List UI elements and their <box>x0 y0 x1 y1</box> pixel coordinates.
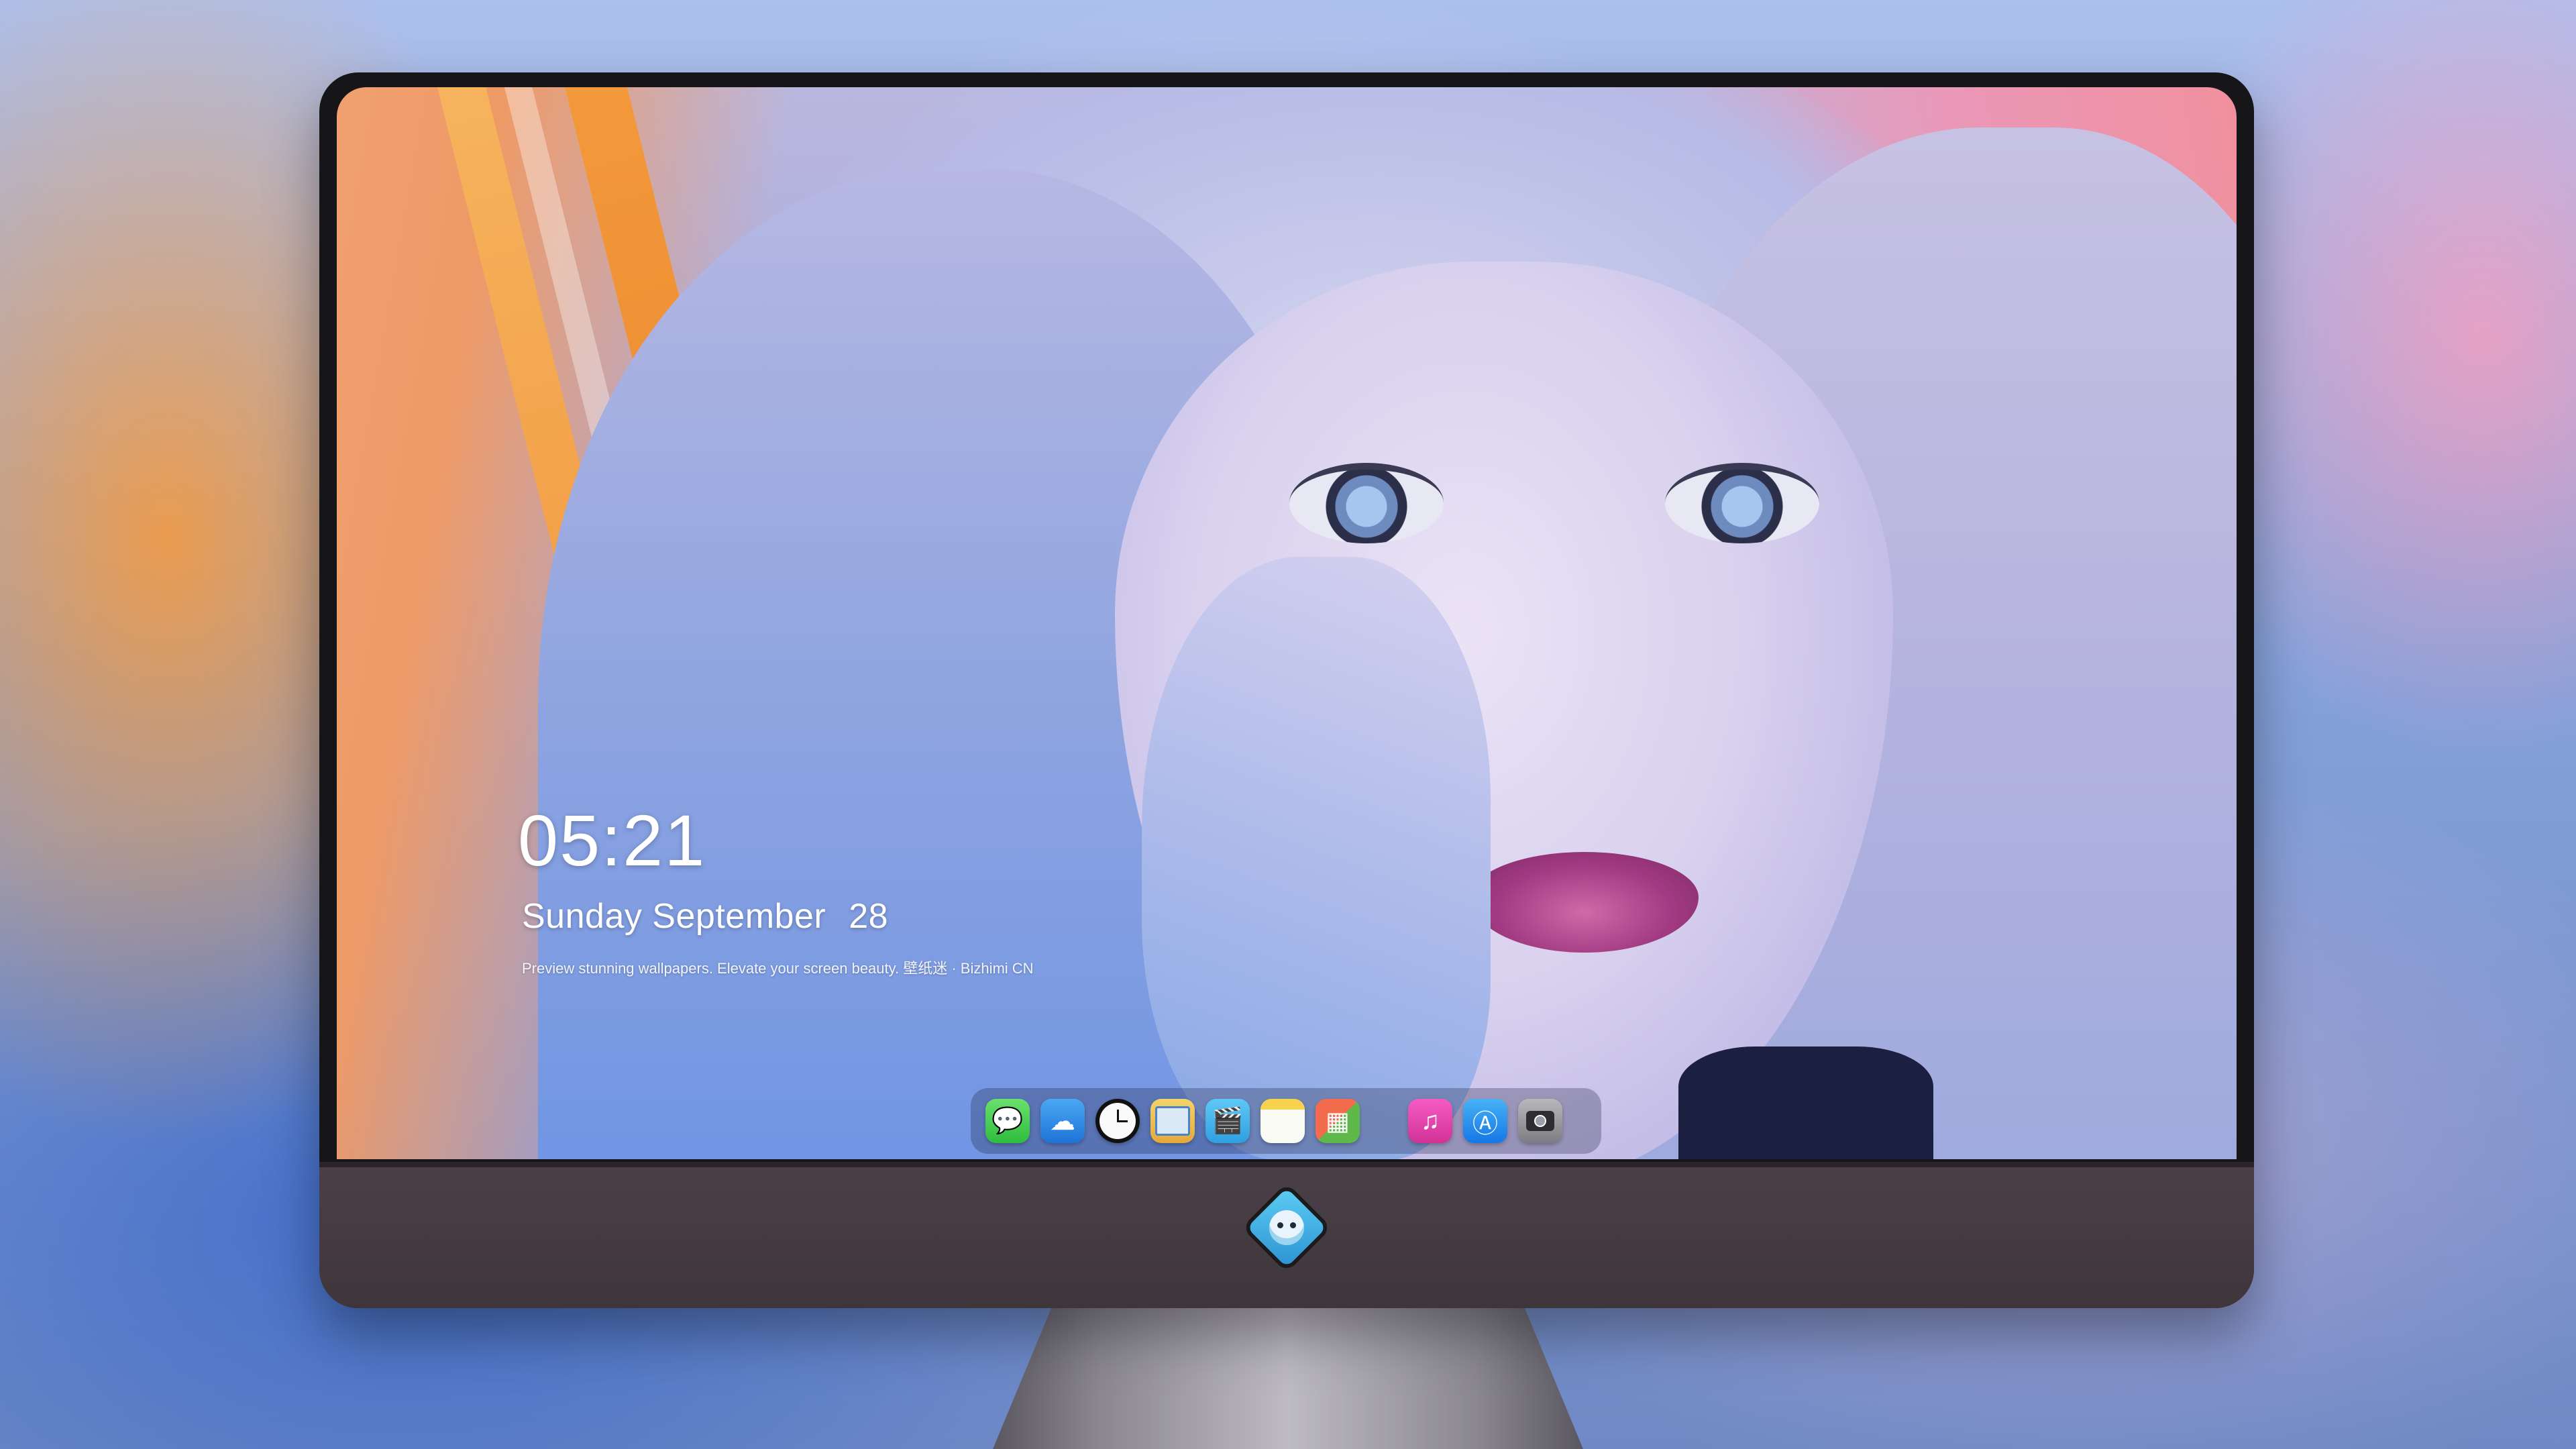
monitor-stand <box>993 1307 1583 1449</box>
dock: 💬 ☁ 🎬 ▦ ♫ Ⓐ <box>971 1088 1601 1154</box>
music-app-icon[interactable]: ♫ <box>1408 1099 1452 1143</box>
preview-app-icon[interactable] <box>1150 1099 1195 1143</box>
clips-app-icon[interactable]: 🎬 <box>1205 1099 1250 1143</box>
clock-dial <box>1099 1103 1136 1139</box>
camera-body <box>1526 1111 1554 1131</box>
clock-app-icon[interactable] <box>1095 1099 1140 1143</box>
monitor-chin <box>319 1162 2254 1308</box>
camera-app-icon[interactable] <box>1518 1099 1562 1143</box>
notes-app-icon[interactable] <box>1260 1099 1305 1143</box>
date-day: 28 <box>849 897 889 936</box>
wallpaper-caption: Preview stunning wallpapers. Elevate you… <box>522 960 1034 977</box>
date-weekday-month: Sunday September <box>522 897 826 936</box>
date-label: Sunday September 28 <box>522 896 888 936</box>
weather-app-icon[interactable]: ☁ <box>1040 1099 1085 1143</box>
preview-sheet <box>1155 1106 1190 1136</box>
photo-booth-app-icon[interactable]: ▦ <box>1316 1099 1360 1143</box>
wallpaper-hand <box>1142 557 1491 1159</box>
messages-app-icon[interactable]: 💬 <box>985 1099 1030 1143</box>
screen: 05:21 Sunday September 28 Preview stunnin… <box>337 87 2237 1159</box>
wallpaper-collar <box>1678 1046 1933 1159</box>
monitor-frame: 05:21 Sunday September 28 Preview stunnin… <box>319 72 2254 1308</box>
wallpaper-eye <box>1289 463 1444 543</box>
monitor-brand-logo-icon <box>1241 1182 1332 1273</box>
clock-time: 05:21 <box>518 800 706 881</box>
brand-mascot-face <box>1269 1210 1304 1245</box>
app-store-app-icon[interactable]: Ⓐ <box>1463 1099 1507 1143</box>
wallpaper-eye <box>1665 463 1819 543</box>
